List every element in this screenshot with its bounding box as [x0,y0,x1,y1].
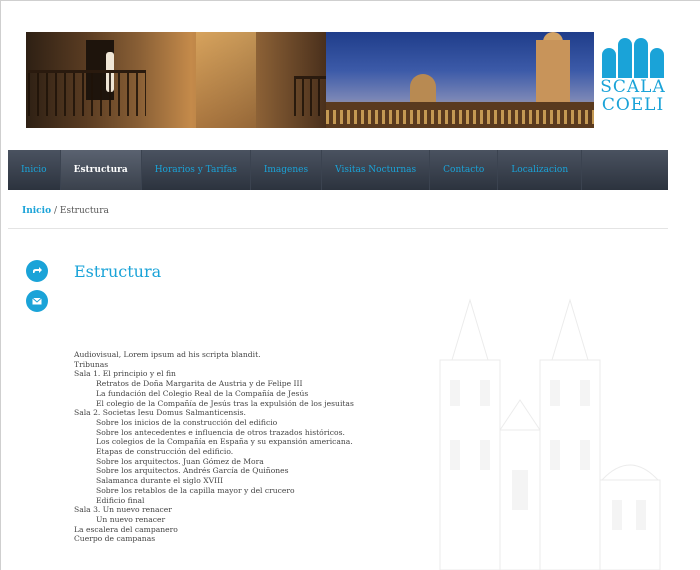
nav-item-imagenes[interactable]: Imagenes [251,150,323,190]
header-banner [26,32,594,128]
list-item: Sala 3. Un nuevo renacer [74,505,172,515]
breadcrumb-current: Estructura [59,206,109,216]
list-item: Sobre los inicios de la construcción del… [96,417,278,427]
page-title: Estructura [74,262,162,281]
nav-item-contacto[interactable]: Contacto [430,150,499,190]
list-item: Cuerpo de campanas [74,534,156,544]
list-item: Audiovisual, Lorem ipsum ad his scripta … [74,350,261,359]
list-item: Un nuevo renacer [96,514,166,524]
list-item: Los colegios de la Compañía en España y … [96,437,353,447]
nav-item-localizacion[interactable]: Localizacion [498,150,583,190]
logo-towers-icon [602,34,664,78]
list-item: Sobre los antecedentes e influencia de o… [96,427,345,437]
logo-text-line1: SCALA [600,77,666,97]
breadcrumb: Inicio / Estructura [22,206,109,216]
nav-item-visitas-nocturnas[interactable]: Visitas Nocturnas [322,150,431,190]
cathedral-watermark-image [439,298,661,570]
list-item: La escalera del campanero [74,524,178,534]
logo-text-line2: COELI [601,95,665,115]
share-icon [33,267,42,273]
nav-item-estructura[interactable]: Estructura [60,150,142,190]
list-item: Sobre los retablos de la capilla mayor y… [96,485,295,495]
header-divider [8,228,668,229]
list-item: La fundación del Colegio Real de la Comp… [96,388,309,398]
list-item: Sala 2. Societas Iesu Domus Salmanticens… [74,408,246,418]
nav-item-horarios[interactable]: Horarios y Tarifas [142,150,251,190]
list-item: Sobre los arquitectos. Juan Gómez de Mor… [96,456,264,466]
email-button[interactable] [26,290,48,312]
list-item: Salamanca durante el siglo XVIII [96,476,224,486]
structure-content-list: Audiovisual, Lorem ipsum ad his scripta … [74,350,394,544]
list-item: Retratos de Doña Margarita de Austria y … [96,379,303,389]
breadcrumb-home-link[interactable]: Inicio [22,206,51,216]
list-item: Edificio final [96,495,145,505]
banner-photo-building [26,32,326,128]
breadcrumb-separator: / [53,206,57,216]
main-nav: Inicio Estructura Horarios y Tarifas Ima… [8,150,668,190]
list-item: Tribunas [74,359,109,369]
list-item: Sala 1. El principio y el fin [74,369,176,379]
list-item: Etapas de construcción del edificio. [96,447,234,457]
nav-item-inicio[interactable]: Inicio [8,150,61,190]
list-item: Sobre los arquitectos. Andrés García de … [96,466,289,476]
site-logo[interactable]: SCALA COELI [598,34,668,128]
email-icon [32,297,42,305]
share-button[interactable] [26,260,48,282]
list-item: El colegio de la Compañía de Jesús tras … [96,398,354,408]
banner-photo-cathedral [326,32,594,128]
